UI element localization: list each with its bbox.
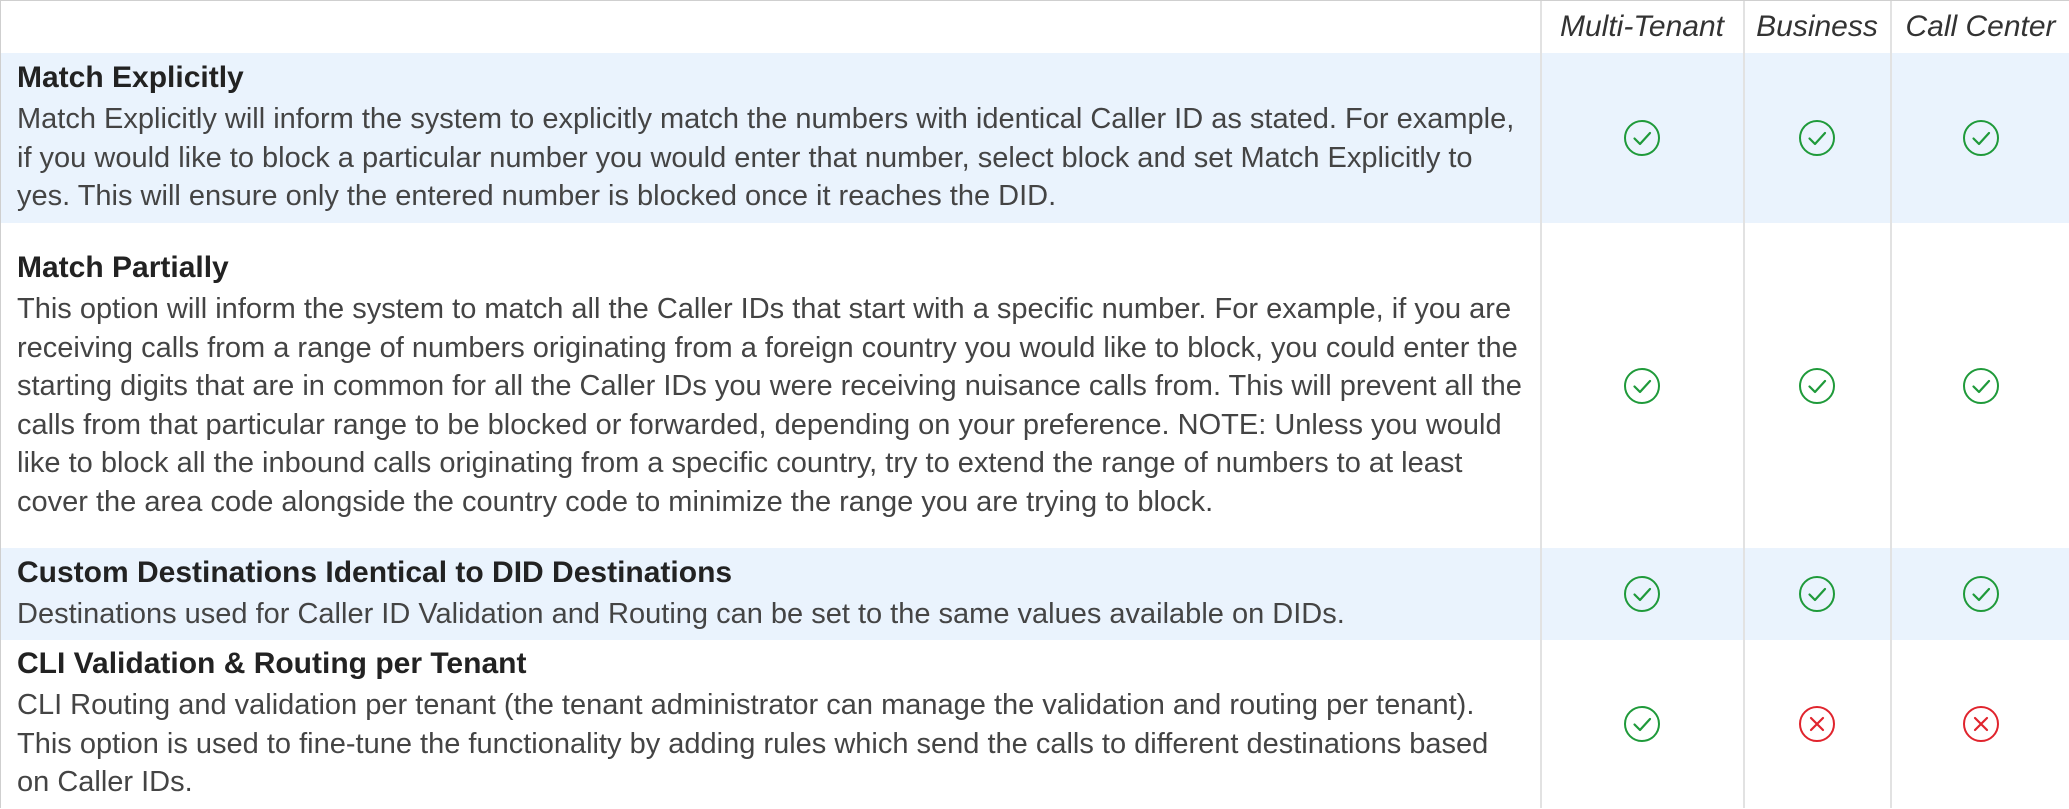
- table-row: Match Explicitly Match Explicitly will i…: [0, 53, 2069, 223]
- feature-description: This option will inform the system to ma…: [17, 293, 1522, 518]
- feature-description: Match Explicitly will inform the system …: [17, 103, 1515, 213]
- check-circle-icon: [1797, 118, 1837, 158]
- support-cell: [1742, 640, 1891, 808]
- support-cell: [1539, 53, 1744, 223]
- table-row: Match Partially This option will inform …: [0, 223, 2069, 548]
- check-circle-icon: [1797, 366, 1837, 406]
- support-cell: [1889, 640, 2069, 808]
- support-cell: [1539, 548, 1744, 640]
- feature-comparison: Multi-Tenant Business Call Center Match …: [0, 0, 2069, 809]
- column-header-call-center: Call Center: [1889, 1, 2069, 53]
- header-row: Multi-Tenant Business Call Center: [0, 1, 2069, 53]
- feature-table: Multi-Tenant Business Call Center Match …: [0, 1, 2069, 808]
- check-circle-icon: [1622, 704, 1662, 744]
- support-cell: [1889, 223, 2069, 548]
- support-cell: [1889, 548, 2069, 640]
- support-cell: [1742, 53, 1891, 223]
- table-row: CLI Validation & Routing per Tenant CLI …: [0, 640, 2069, 808]
- check-circle-icon: [1622, 574, 1662, 614]
- x-circle-icon: [1961, 704, 2001, 744]
- column-header-business: Business: [1742, 1, 1891, 53]
- feature-cell: Custom Destinations Identical to DID Des…: [0, 548, 1541, 640]
- check-circle-icon: [1961, 574, 2001, 614]
- check-circle-icon: [1622, 118, 1662, 158]
- check-circle-icon: [1961, 366, 2001, 406]
- feature-description: CLI Routing and validation per tenant (t…: [17, 689, 1489, 799]
- support-cell: [1742, 223, 1891, 548]
- check-circle-icon: [1622, 366, 1662, 406]
- table-row: Custom Destinations Identical to DID Des…: [0, 548, 2069, 640]
- check-circle-icon: [1797, 574, 1837, 614]
- support-cell: [1742, 548, 1891, 640]
- feature-header: [0, 1, 1541, 53]
- support-cell: [1539, 640, 1744, 808]
- feature-cell: Match Explicitly Match Explicitly will i…: [0, 53, 1541, 223]
- feature-title: Match Partially: [17, 251, 229, 284]
- column-header-multi-tenant: Multi-Tenant: [1539, 1, 1744, 53]
- feature-title: CLI Validation & Routing per Tenant: [17, 647, 527, 681]
- support-cell: [1539, 223, 1744, 548]
- feature-description: Destinations used for Caller ID Validati…: [17, 597, 1345, 630]
- feature-cell: CLI Validation & Routing per Tenant CLI …: [0, 640, 1541, 808]
- x-circle-icon: [1797, 704, 1837, 744]
- feature-title: Match Explicitly: [17, 61, 244, 95]
- check-circle-icon: [1961, 118, 2001, 158]
- feature-title: Custom Destinations Identical to DID Des…: [17, 555, 733, 589]
- support-cell: [1889, 53, 2069, 223]
- feature-cell: Match Partially This option will inform …: [0, 223, 1541, 548]
